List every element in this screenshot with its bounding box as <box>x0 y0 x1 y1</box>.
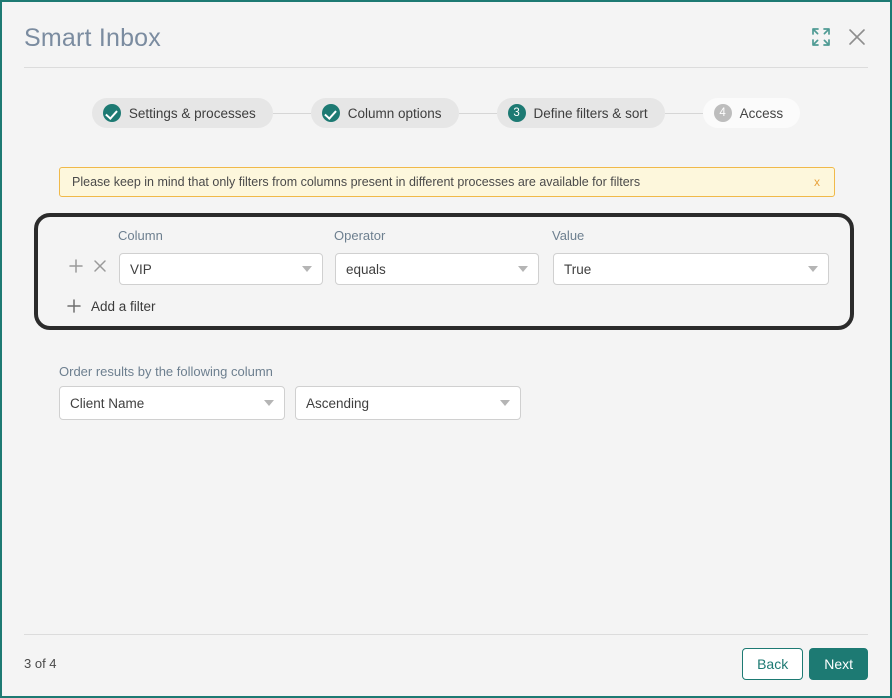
order-by-direction-value: Ascending <box>306 395 370 411</box>
filter-row-actions <box>67 257 109 275</box>
step-label: Define filters & sort <box>533 105 648 121</box>
filter-column-headers: Column Operator Value <box>38 228 850 246</box>
filter-column-value: VIP <box>130 261 152 277</box>
filter-column-select[interactable]: VIP <box>119 253 323 285</box>
step-settings-processes[interactable]: Settings & processes <box>91 98 273 128</box>
step-connector <box>664 112 703 114</box>
wizard-stepper: Settings & processes Column options 3 De… <box>2 98 890 128</box>
header-actions <box>810 26 868 48</box>
chevron-down-icon <box>302 266 312 272</box>
step-label: Settings & processes <box>128 105 256 121</box>
add-filter-button[interactable]: Add a filter <box>65 297 156 315</box>
dialog-header: Smart Inbox <box>2 2 890 68</box>
step-number-badge: 3 <box>507 104 526 122</box>
chevron-down-icon <box>518 266 528 272</box>
step-label: Column options <box>347 105 442 121</box>
filter-value-select[interactable]: True <box>553 253 829 285</box>
step-connector <box>272 112 311 114</box>
step-access[interactable]: 4 Access <box>702 98 801 128</box>
footer-buttons: Back Next <box>742 648 868 680</box>
filters-panel: Column Operator Value VIP equals True Ad… <box>34 213 854 330</box>
step-column-options[interactable]: Column options <box>310 98 459 128</box>
footer-divider <box>24 634 868 635</box>
dialog-footer: 3 of 4 Back Next <box>2 634 890 696</box>
filter-operator-select[interactable]: equals <box>335 253 539 285</box>
order-by-direction-select[interactable]: Ascending <box>295 386 521 420</box>
banner-close-icon[interactable]: x <box>812 175 822 189</box>
order-by-column-value: Client Name <box>70 395 145 411</box>
close-icon[interactable] <box>91 257 109 275</box>
header-operator: Operator <box>334 228 386 243</box>
dialog-content: Please keep in mind that only filters fr… <box>2 128 890 634</box>
chevron-down-icon <box>500 400 510 406</box>
back-button[interactable]: Back <box>742 648 804 680</box>
plus-icon <box>65 297 83 315</box>
expand-icon[interactable] <box>810 26 832 48</box>
chevron-down-icon <box>264 400 274 406</box>
add-filter-label: Add a filter <box>91 298 156 314</box>
filter-operator-value: equals <box>346 261 386 277</box>
header-divider <box>24 67 868 68</box>
plus-icon[interactable] <box>67 257 85 275</box>
page-indicator: 3 of 4 <box>24 656 57 671</box>
step-number-badge: 4 <box>713 104 732 122</box>
step-define-filters-sort[interactable]: 3 Define filters & sort <box>496 98 665 128</box>
check-icon <box>102 104 121 122</box>
next-button[interactable]: Next <box>809 648 868 680</box>
chevron-down-icon <box>808 266 818 272</box>
page-title: Smart Inbox <box>24 24 161 52</box>
check-icon <box>321 104 340 122</box>
order-by-label: Order results by the following column <box>59 364 273 379</box>
step-label: Access <box>739 105 784 121</box>
order-by-column-select[interactable]: Client Name <box>59 386 285 420</box>
header-column: Column <box>118 228 163 243</box>
smart-inbox-dialog: Smart Inbox Settings & processes Column … <box>0 0 892 698</box>
filter-row: VIP equals True <box>38 253 850 287</box>
close-icon[interactable] <box>846 26 868 48</box>
info-banner: Please keep in mind that only filters fr… <box>59 167 835 197</box>
header-value: Value <box>552 228 585 243</box>
filter-value-value: True <box>564 261 592 277</box>
step-connector <box>458 112 497 114</box>
banner-message: Please keep in mind that only filters fr… <box>72 175 641 189</box>
